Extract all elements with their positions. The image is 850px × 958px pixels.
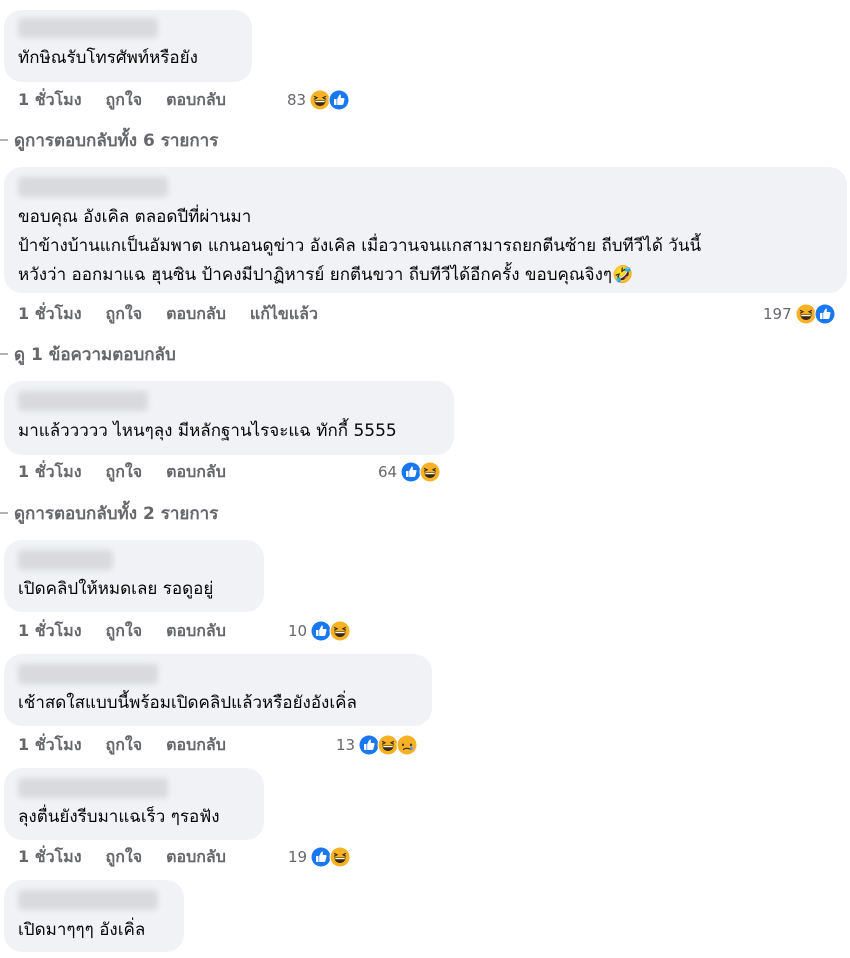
view-replies-link[interactable]: ดูการตอบกลับทั้ง 6 รายการ bbox=[0, 128, 218, 152]
like-button[interactable]: ถูกใจ bbox=[106, 460, 143, 485]
comment-actions: 1 ชั่วโมง ถูกใจ ตอบกลับ bbox=[18, 734, 250, 756]
view-replies-link[interactable]: ดูการตอบกลับทั้ง 2 รายการ bbox=[0, 501, 218, 525]
reaction-summary[interactable]: 64 bbox=[378, 460, 441, 484]
haha-icon bbox=[329, 620, 351, 642]
reaction-count: 19 bbox=[288, 848, 308, 866]
comment-text-line: ป้าข้างบ้านแกเป็นอัมพาต แกนอนดูข่าว อังเ… bbox=[18, 236, 702, 256]
author-name-blurred[interactable] bbox=[18, 391, 148, 411]
comment-text-line: หวังว่า ออกมาแฉ ฮุนซิน ป้าคงมีปาฏิหารย์ … bbox=[18, 265, 634, 285]
comment-text: ลุงตื่นยังรีบมาแฉเร็ว ๆรอฟัง bbox=[18, 807, 220, 827]
view-replies-label: ดูการตอบกลับทั้ง 2 รายการ bbox=[14, 503, 219, 524]
reply-button[interactable]: ตอบกลับ bbox=[166, 88, 226, 113]
reply-button[interactable]: ตอบกลับ bbox=[166, 733, 226, 758]
reaction-count: 64 bbox=[378, 463, 398, 481]
reaction-count: 10 bbox=[288, 622, 308, 640]
reaction-summary[interactable]: 83 bbox=[287, 88, 350, 112]
like-icon bbox=[814, 303, 836, 325]
reply-button[interactable]: ตอบกลับ bbox=[166, 302, 226, 327]
like-button[interactable]: ถูกใจ bbox=[106, 302, 143, 327]
reaction-count: 197 bbox=[763, 305, 792, 323]
reply-button[interactable]: ตอบกลับ bbox=[166, 460, 226, 485]
like-button[interactable]: ถูกใจ bbox=[106, 619, 143, 644]
comment-actions: 1 ชั่วโมง ถูกใจ ตอบกลับ bbox=[18, 89, 250, 111]
thread-line bbox=[0, 512, 8, 514]
timestamp-link[interactable]: 1 ชั่วโมง bbox=[18, 88, 82, 113]
view-replies-label: ดูการตอบกลับทั้ง 6 รายการ bbox=[14, 130, 219, 151]
view-replies-link[interactable]: ดู 1 ข้อความตอบกลับ bbox=[0, 342, 176, 366]
view-replies-label: ดู 1 ข้อความตอบกลับ bbox=[14, 344, 176, 365]
reaction-summary[interactable]: 19 bbox=[288, 845, 351, 869]
timestamp-link[interactable]: 1 ชั่วโมง bbox=[18, 460, 82, 485]
comment-actions: 1 ชั่วโมง ถูกใจ ตอบกลับ bbox=[18, 846, 250, 868]
like-icon bbox=[328, 89, 350, 111]
comment-text-line: ขอบคุณ อังเคิล ตลอดปีที่ผ่านมา bbox=[18, 207, 252, 227]
like-button[interactable]: ถูกใจ bbox=[106, 88, 143, 113]
reply-button[interactable]: ตอบกลับ bbox=[166, 845, 226, 870]
reply-button[interactable]: ตอบกลับ bbox=[166, 619, 226, 644]
timestamp-link[interactable]: 1 ชั่วโมง bbox=[18, 733, 82, 758]
reaction-count: 13 bbox=[336, 736, 356, 754]
haha-icon bbox=[329, 846, 351, 868]
author-name-blurred[interactable] bbox=[18, 550, 113, 570]
thread-line bbox=[0, 139, 8, 141]
comment-text: มาแล้ววววว ไหนๆลุง มีหลักฐานไรจะแฉ ทักกี… bbox=[18, 421, 397, 441]
author-name-blurred[interactable] bbox=[18, 18, 158, 38]
comment-actions: 1 ชั่วโมง ถูกใจ ตอบกลับ แก้ไขแล้ว bbox=[18, 303, 342, 325]
comment-text: เช้าสดใสแบบนี้พร้อมเปิดคลิปแล้วหรือยังอั… bbox=[18, 693, 357, 713]
author-name-blurred[interactable] bbox=[18, 778, 168, 798]
haha-icon bbox=[419, 461, 441, 483]
timestamp-link[interactable]: 1 ชั่วโมง bbox=[18, 619, 82, 644]
like-button[interactable]: ถูกใจ bbox=[106, 845, 143, 870]
like-button[interactable]: ถูกใจ bbox=[106, 733, 143, 758]
comment-actions: 1 ชั่วโมง ถูกใจ ตอบกลับ bbox=[18, 461, 250, 483]
comment-actions: 1 ชั่วโมง ถูกใจ ตอบกลับ bbox=[18, 620, 250, 642]
author-name-blurred[interactable] bbox=[18, 664, 158, 684]
reaction-summary[interactable]: 10 bbox=[288, 619, 351, 643]
reaction-summary[interactable]: 197 bbox=[763, 302, 836, 326]
edited-label: แก้ไขแล้ว bbox=[249, 303, 318, 323]
comment-text: ทักษิณรับโทรศัพท์หรือยัง bbox=[18, 48, 198, 68]
reaction-summary[interactable]: 13 bbox=[336, 733, 418, 757]
timestamp-link[interactable]: 1 ชั่วโมง bbox=[18, 845, 82, 870]
comment-text: เปิดคลิปให้หมดเลย รอดูอยู่ bbox=[18, 579, 214, 599]
sad-icon bbox=[396, 734, 418, 756]
author-name-blurred[interactable] bbox=[18, 890, 158, 910]
thread-line bbox=[0, 353, 8, 355]
author-name-blurred[interactable] bbox=[18, 177, 168, 197]
comment-text: เปิดมาๆๆๆ อังเคิ่ล bbox=[18, 920, 146, 940]
timestamp-link[interactable]: 1 ชั่วโมง bbox=[18, 302, 82, 327]
reaction-count: 83 bbox=[287, 91, 307, 109]
